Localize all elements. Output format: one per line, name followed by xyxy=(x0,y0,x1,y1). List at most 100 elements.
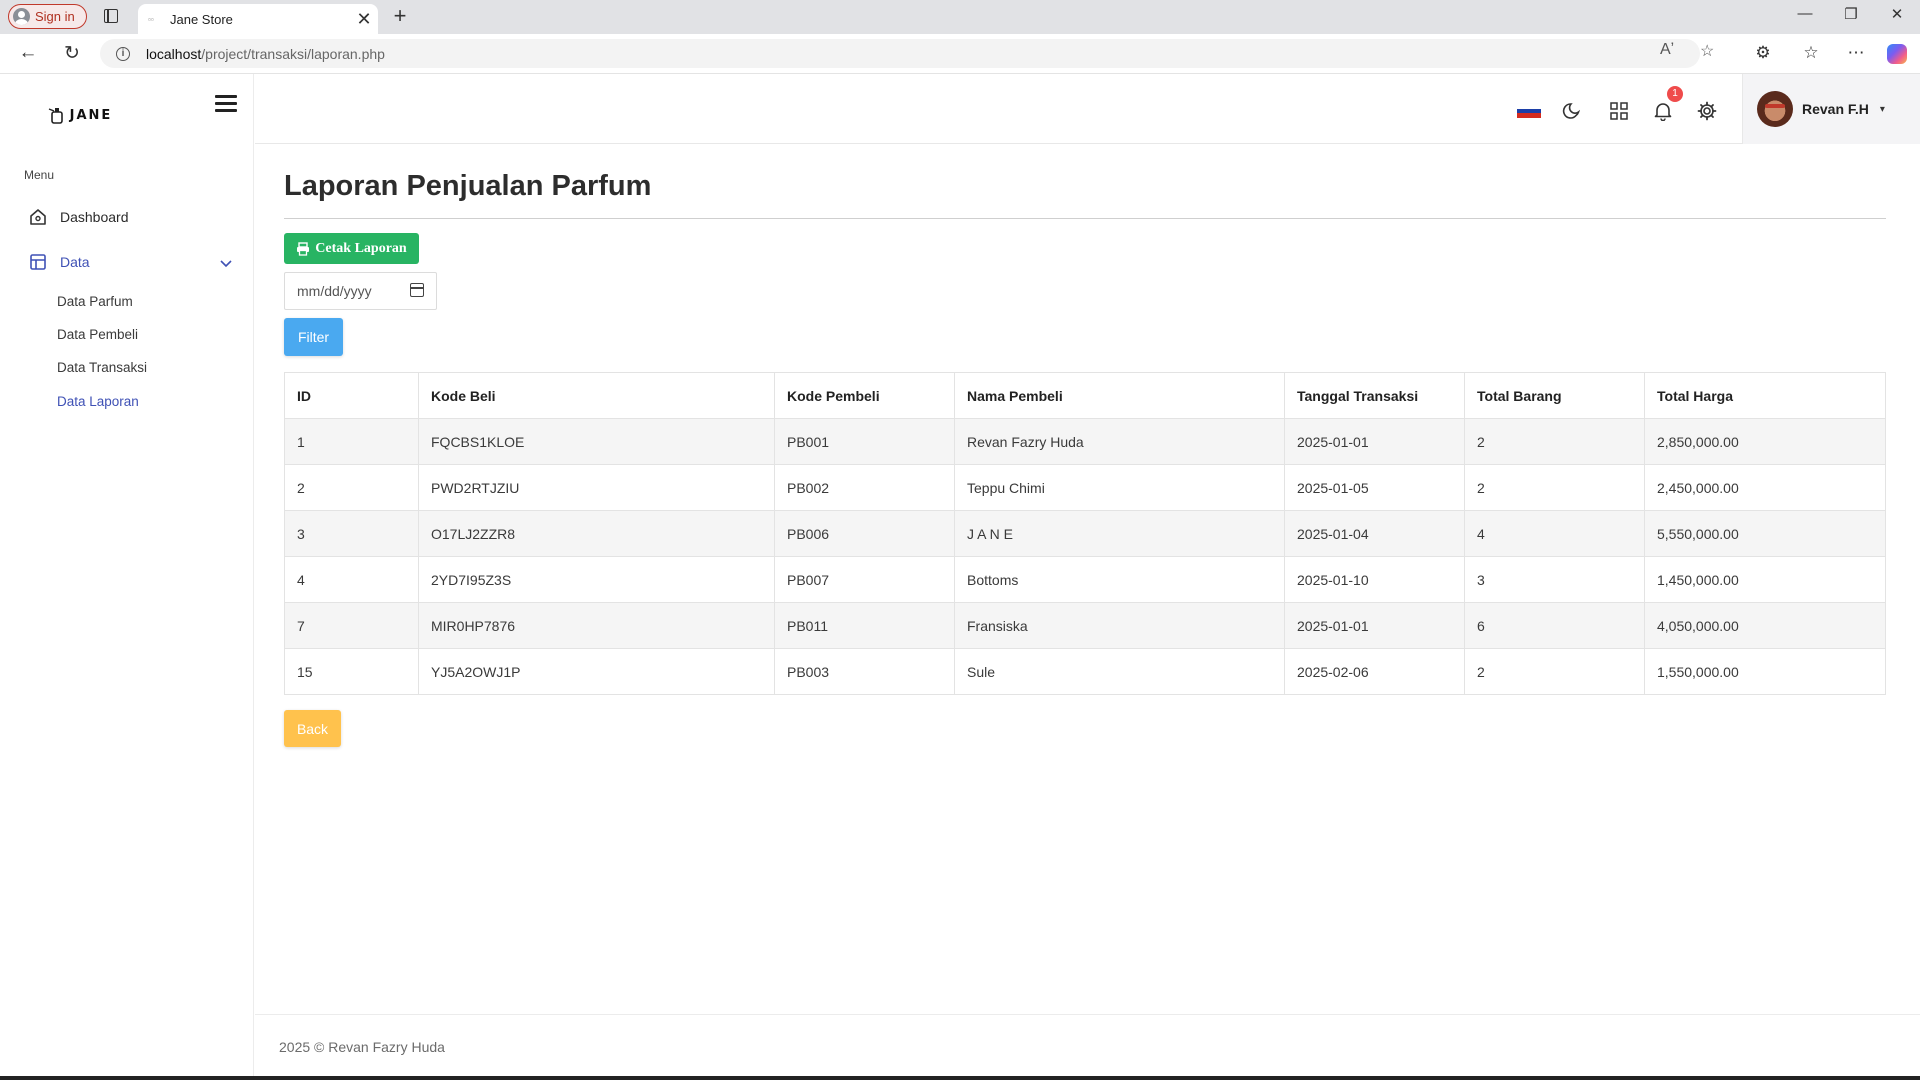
notification-bell-icon[interactable] xyxy=(1652,100,1674,122)
close-tab-icon[interactable]: ✕ xyxy=(350,9,378,30)
browser-toolbar: ← ↻ i localhost/project/transaksi/lapora… xyxy=(0,34,1920,74)
tab-actions-icon[interactable] xyxy=(104,9,118,23)
table-cell: PWD2RTJZIU xyxy=(418,464,775,511)
page-title: Laporan Penjualan Parfum xyxy=(284,170,652,202)
calendar-icon[interactable] xyxy=(410,283,424,297)
date-filter-input[interactable]: mm/dd/yyyy xyxy=(284,272,437,310)
sidebar-item-dashboard[interactable]: Dashboard xyxy=(28,207,129,227)
apps-grid-icon[interactable] xyxy=(1608,100,1630,122)
table-cell: O17LJ2ZZR8 xyxy=(418,510,775,557)
back-button[interactable]: Back xyxy=(284,710,341,747)
table-cell: MIR0HP7876 xyxy=(418,602,775,649)
menu-toggle-icon[interactable] xyxy=(215,94,237,114)
chevron-down-icon[interactable] xyxy=(220,255,232,273)
table-header-row: ID Kode Beli Kode Pembeli Nama Pembeli T… xyxy=(284,372,1886,419)
menu-section-label: Menu xyxy=(24,168,55,182)
settings-gear-icon[interactable] xyxy=(1696,100,1718,122)
logo[interactable]: JANE xyxy=(30,84,128,146)
copilot-icon[interactable] xyxy=(1887,44,1907,64)
title-divider xyxy=(284,218,1886,219)
table-cell: Sule xyxy=(954,648,1285,695)
column-header: Kode Pembeli xyxy=(774,372,955,419)
logo-text: JANE xyxy=(69,107,113,123)
more-menu-icon[interactable]: ⋯ xyxy=(1845,43,1867,63)
table-cell: 3 xyxy=(284,510,419,557)
avatar xyxy=(1757,91,1793,127)
sidebar-item-label: Data xyxy=(60,254,90,270)
table-cell: 4 xyxy=(284,556,419,603)
table-cell: 2025-01-01 xyxy=(1284,418,1465,465)
restore-icon[interactable]: ❐ xyxy=(1836,5,1866,23)
table-cell: FQCBS1KLOE xyxy=(418,418,775,465)
table-row: 2 PWD2RTJZIU PB002 Teppu Chimi 2025-01-0… xyxy=(284,464,1886,511)
table-cell: 2025-02-06 xyxy=(1284,648,1465,695)
user-menu[interactable]: Revan F.H ▾ xyxy=(1742,74,1920,144)
reload-icon[interactable]: ↻ xyxy=(60,42,84,65)
column-header: Nama Pembeli xyxy=(954,372,1285,419)
chevron-down-icon: ▾ xyxy=(1879,103,1885,115)
minimize-icon[interactable]: — xyxy=(1790,5,1820,22)
window-bottom-edge xyxy=(0,1076,1920,1080)
table-row: 3 O17LJ2ZZR8 PB006 J A N E 2025-01-04 4 … xyxy=(284,510,1886,557)
extensions-icon[interactable]: ⚙ xyxy=(1752,43,1774,63)
table-cell: PB003 xyxy=(774,648,955,695)
perfume-bottle-icon xyxy=(48,108,63,124)
table-cell: 2025-01-05 xyxy=(1284,464,1465,511)
site-info-icon[interactable]: i xyxy=(116,46,130,61)
print-report-button[interactable]: Cetak Laporan xyxy=(284,233,419,264)
table-cell: 6 xyxy=(1464,602,1645,649)
print-report-label: Cetak Laporan xyxy=(315,240,407,256)
table-cell: 2 xyxy=(284,464,419,511)
date-placeholder: mm/dd/yyyy xyxy=(297,283,372,299)
table-cell: PB002 xyxy=(774,464,955,511)
filter-button[interactable]: Filter xyxy=(284,318,343,356)
table-cell: 1,450,000.00 xyxy=(1644,556,1886,603)
layout-icon xyxy=(28,252,48,272)
favorites-icon[interactable]: ☆ xyxy=(1800,43,1822,63)
address-bar[interactable]: i localhost/project/transaksi/laporan.ph… xyxy=(100,39,1700,68)
new-tab-icon[interactable]: + xyxy=(388,3,412,29)
footer: 2025 © Revan Fazry Huda xyxy=(255,1014,1920,1078)
table-row: 15 YJ5A2OWJ1P PB003 Sule 2025-02-06 2 1,… xyxy=(284,648,1886,695)
sidebar: JANE Menu Dashboard Data Data Parfum Dat… xyxy=(2,74,254,1078)
table-cell: 1 xyxy=(284,418,419,465)
sign-in-button[interactable]: Sign in xyxy=(8,4,87,29)
tab-title: Jane Store xyxy=(170,11,233,27)
url-path: /project/transaksi/laporan.php xyxy=(201,45,385,62)
sidebar-sub-item-data-transaksi[interactable]: Data Transaksi xyxy=(57,360,147,375)
favorite-star-icon[interactable]: ☆ xyxy=(1700,41,1714,61)
home-icon xyxy=(28,207,48,227)
sidebar-sub-item-data-laporan[interactable]: Data Laporan xyxy=(57,394,139,409)
column-header: ID xyxy=(284,372,419,419)
browser-tab[interactable]: ▫▫ Jane Store ✕ xyxy=(138,4,378,34)
table-cell: J A N E xyxy=(954,510,1285,557)
column-header: Tanggal Transaksi xyxy=(1284,372,1465,419)
column-header: Total Harga xyxy=(1644,372,1886,419)
table-cell: PB011 xyxy=(774,602,955,649)
printer-icon xyxy=(297,241,310,256)
table-cell: 2025-01-04 xyxy=(1284,510,1465,557)
table-cell: 2 xyxy=(1464,648,1645,695)
table-row: 7 MIR0HP7876 PB011 Fransiska 2025-01-01 … xyxy=(284,602,1886,649)
table-cell: 2 xyxy=(1464,464,1645,511)
table-cell: 5,550,000.00 xyxy=(1644,510,1886,557)
read-aloud-icon[interactable]: Aʼ xyxy=(1660,41,1674,59)
column-header: Kode Beli xyxy=(418,372,775,419)
sidebar-sub-item-data-parfum[interactable]: Data Parfum xyxy=(57,294,133,309)
user-name: Revan F.H xyxy=(1802,101,1869,117)
sales-report-table: ID Kode Beli Kode Pembeli Nama Pembeli T… xyxy=(284,372,1886,695)
back-arrow-icon[interactable]: ← xyxy=(16,42,40,64)
table-cell: 2025-01-10 xyxy=(1284,556,1465,603)
sidebar-sub-item-data-pembeli[interactable]: Data Pembeli xyxy=(57,327,138,342)
table-cell: 4,050,000.00 xyxy=(1644,602,1886,649)
table-cell: Bottoms xyxy=(954,556,1285,603)
language-flag-icon[interactable] xyxy=(1517,104,1541,118)
table-cell: 7 xyxy=(284,602,419,649)
close-window-icon[interactable]: ✕ xyxy=(1882,5,1912,23)
table-cell: 2 xyxy=(1464,418,1645,465)
sidebar-item-data[interactable]: Data xyxy=(28,252,90,272)
dark-mode-icon[interactable] xyxy=(1561,100,1583,122)
browser-tab-strip: Sign in ▫▫ Jane Store ✕ + — ❐ ✕ xyxy=(0,0,1920,34)
table-cell: 2,850,000.00 xyxy=(1644,418,1886,465)
profile-icon xyxy=(13,8,30,25)
